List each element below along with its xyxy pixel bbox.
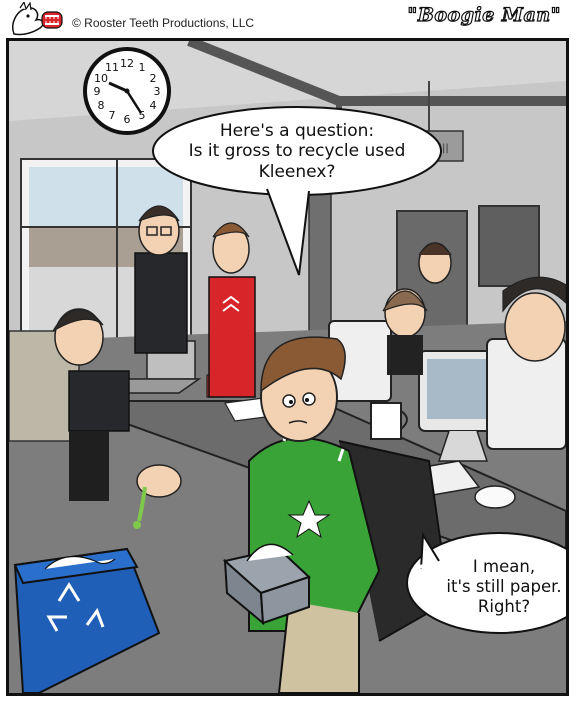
clock-numeral: 12 [120,57,134,70]
coffee-mug [370,402,408,440]
comic-header: © Rooster Teeth Productions, LLC "Boogie… [0,0,575,40]
speech-bubble-bottom-text: I mean, it's still paper. Right? [411,557,566,616]
clock-numeral: 1 [139,61,146,74]
clock-numeral: 6 [124,113,131,126]
computer-mouse [474,485,516,509]
clock-numeral: 7 [109,109,116,122]
bubble-line: Is it gross to recycle used [188,141,406,162]
comic-panel: ||||||| 12 1 2 3 4 5 [6,38,569,696]
clock-numeral: 4 [150,99,157,112]
clock-numeral: 2 [150,72,157,85]
speech-bubble-top-text: Here's a question: Is it gross to recycl… [155,121,439,182]
clock-numeral: 3 [154,85,161,98]
clock-numeral: 9 [94,85,101,98]
rooster-teeth-logo [12,2,63,36]
copyright-notice: © Rooster Teeth Productions, LLC [72,16,255,30]
bubble-line: it's still paper. [446,576,562,596]
person-doorway [418,242,452,284]
person-standing-red [208,222,256,398]
clock-numeral: 8 [98,99,105,112]
comic-title: "Boogie Man" [407,3,561,26]
bubble-line: Here's a question: [219,121,375,141]
person-standing-glasses [134,205,188,354]
bubble-line: Right? [477,596,531,616]
bubble-line: I mean, [472,557,536,576]
bubble-line: Kleenex? [258,161,336,182]
clock-numeral: 11 [105,61,119,74]
